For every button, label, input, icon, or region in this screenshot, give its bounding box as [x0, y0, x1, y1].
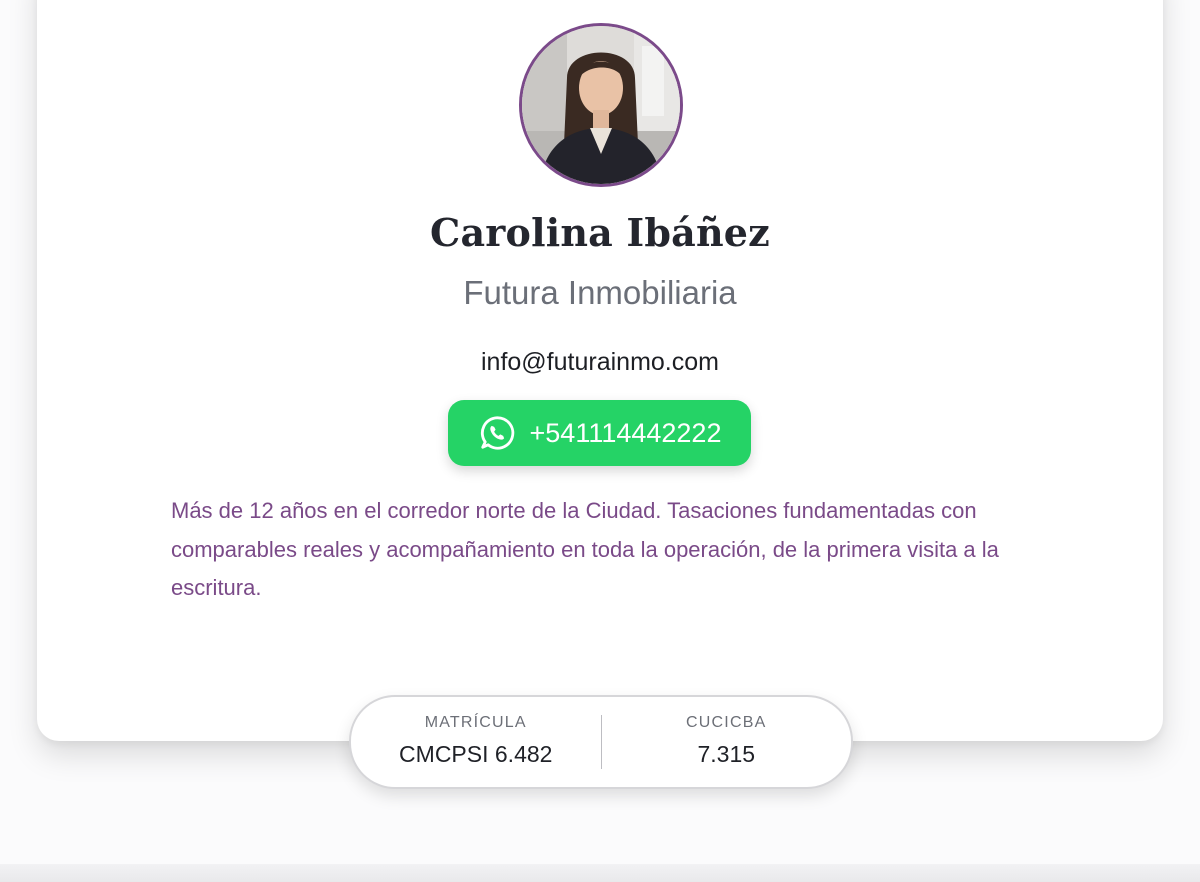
- page: Carolina Ibáñez Futura Inmobiliaria info…: [0, 0, 1200, 882]
- credential-cucicba: CUCICBA 7.315: [602, 697, 852, 787]
- credential-matricula: MATRÍCULA CMCPSI 6.482: [351, 697, 601, 787]
- credential-value: 7.315: [697, 741, 756, 767]
- credential-value: CMCPSI 6.482: [399, 741, 553, 767]
- email-link[interactable]: info@futurainmo.com: [0, 348, 1200, 377]
- agent-name: Carolina Ibáñez: [430, 210, 770, 255]
- credentials-pill: MATRÍCULA CMCPSI 6.482 CUCICBA 7.315: [349, 695, 853, 789]
- whatsapp-number: +541114442222: [529, 417, 722, 448]
- bottom-divider: [0, 864, 1200, 882]
- whatsapp-icon: [480, 416, 514, 450]
- credential-label: CUCICBA: [686, 714, 767, 731]
- agent-company: Futura Inmobiliaria: [463, 274, 737, 311]
- credential-label: MATRÍCULA: [424, 714, 527, 731]
- whatsapp-button[interactable]: +541114442222: [448, 400, 751, 466]
- agent-bio: Más de 12 años en el corredor norte de l…: [171, 498, 999, 600]
- agent-avatar: [519, 23, 683, 187]
- avatar-photo: [522, 26, 680, 184]
